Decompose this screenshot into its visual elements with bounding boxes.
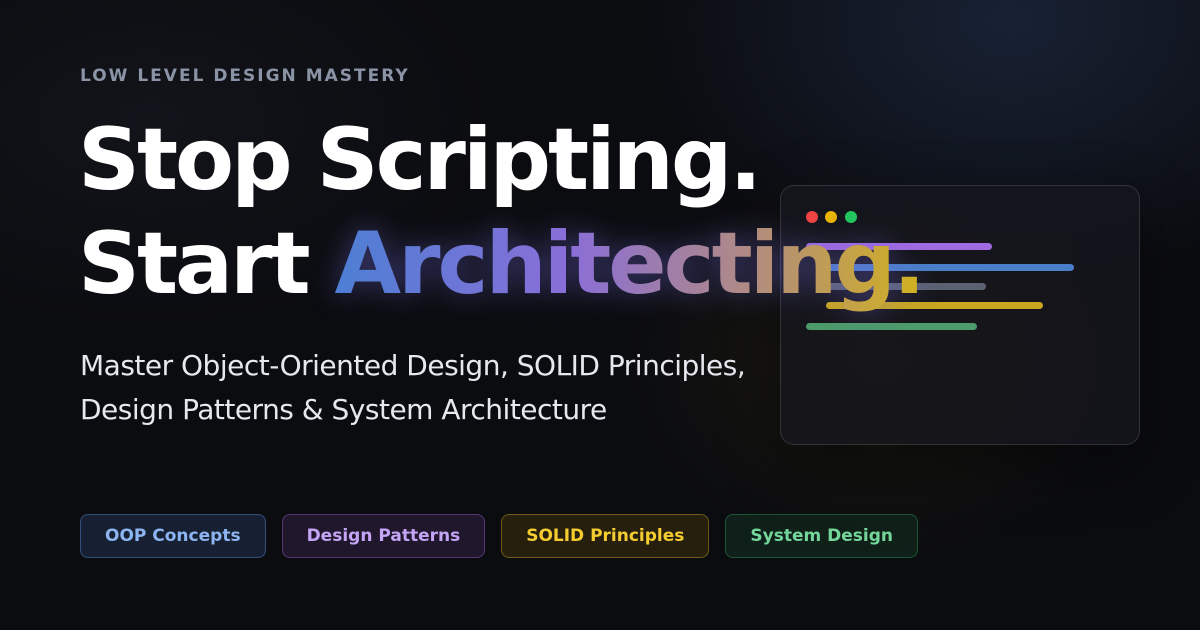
tag-oop-concepts[interactable]: OOP Concepts	[80, 514, 266, 558]
tag-solid-principles[interactable]: SOLID Principles	[501, 514, 710, 558]
headline-line-1: Stop Scripting.	[78, 110, 762, 210]
eyebrow-label: LOW LEVEL DESIGN MASTERY	[80, 66, 410, 86]
headline-line-2: Start Architecting.	[78, 212, 926, 316]
headline: Stop Scripting. Start Architecting.	[78, 108, 926, 316]
subtitle-line-2: Design Patterns & System Architecture	[80, 393, 607, 426]
subtitle-line-1: Master Object-Oriented Design, SOLID Pri…	[80, 349, 746, 382]
hero-banner: LOW LEVEL DESIGN MASTERY Stop Scripting.…	[0, 0, 1200, 630]
subtitle: Master Object-Oriented Design, SOLID Pri…	[80, 344, 880, 432]
tag-design-patterns[interactable]: Design Patterns	[281, 514, 486, 558]
headline-start-word: Start	[78, 214, 335, 314]
headline-gradient-word: Architecting.	[334, 214, 926, 314]
code-line	[806, 323, 977, 330]
tag-system-design[interactable]: System Design	[725, 514, 919, 558]
topic-tags: OOP Concepts Design Patterns SOLID Princ…	[80, 514, 919, 558]
